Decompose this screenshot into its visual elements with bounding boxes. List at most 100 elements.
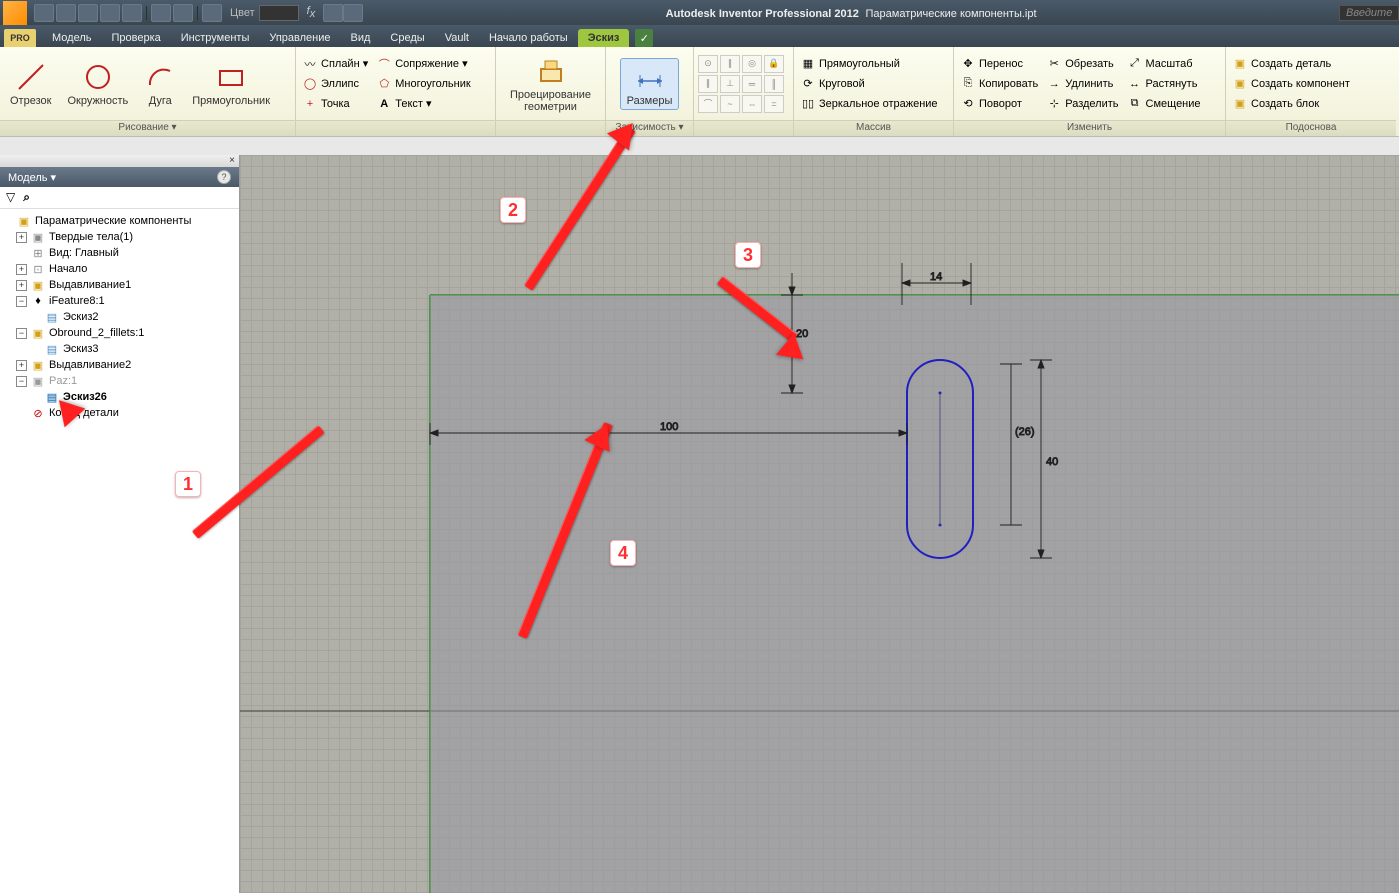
qat-extra-1[interactable] (323, 4, 343, 22)
tab-vault[interactable]: Vault (435, 29, 479, 47)
tree-origin[interactable]: +⊡Начало (2, 261, 237, 277)
annotation-1: 1 (175, 471, 201, 497)
find-icon[interactable]: ⌕ (23, 190, 30, 205)
array-circ-button[interactable]: ⟳Круговой (798, 75, 940, 93)
tab-getstarted[interactable]: Начало работы (479, 29, 578, 47)
browser-close-icon[interactable]: × (0, 155, 239, 167)
c-coincident-icon[interactable]: ⊙ (698, 55, 718, 73)
group-array: ▦Прямоугольный ⟳Круговой ▯▯Зеркальное от… (794, 47, 954, 136)
window-title: Autodesk Inventor Professional 2012 Пара… (363, 6, 1339, 20)
tree-extrude1[interactable]: +▣Выдавливание1 (2, 277, 237, 293)
sketch-canvas[interactable]: 14 20 100 (26) 40 (240, 155, 1399, 893)
tab-sketch[interactable]: Эскиз (578, 29, 630, 47)
trim-button[interactable]: ✂Обрезать (1044, 55, 1120, 73)
browser-header[interactable]: Модель ▾? (0, 167, 239, 187)
qat-extra-2[interactable] (343, 4, 363, 22)
tree-bodies[interactable]: +▣Твердые тела(1) (2, 229, 237, 245)
array-circ-icon: ⟳ (800, 76, 816, 92)
stretch-button[interactable]: ↔Растянуть (1125, 75, 1203, 93)
tab-inspect[interactable]: Проверка (101, 29, 170, 47)
filter-icon[interactable]: ▽ (6, 190, 15, 205)
qat-undo-icon[interactable] (100, 4, 120, 22)
tree-extrude2[interactable]: +▣Выдавливание2 (2, 357, 237, 373)
qat-new-icon[interactable] (34, 4, 54, 22)
split-button[interactable]: ⊹Разделить (1044, 95, 1120, 113)
c-concentric-icon[interactable]: ◎ (742, 55, 762, 73)
c-fix-icon[interactable]: 🔒 (764, 55, 784, 73)
ellipse-button[interactable]: ◯Эллипс (300, 75, 370, 93)
mirror-button[interactable]: ▯▯Зеркальное отражение (798, 95, 940, 113)
model-tree: ▣Параматрические компоненты +▣Твердые те… (0, 209, 239, 425)
dim-40: 40 (1046, 456, 1058, 468)
create-comp-button[interactable]: ▣Создать компонент (1230, 75, 1352, 93)
create-block-button[interactable]: ▣Создать блок (1230, 95, 1352, 113)
fillet-button[interactable]: ⌒Сопряжение ▾ (374, 55, 472, 73)
c-perp-icon[interactable]: ⊥ (720, 75, 740, 93)
qat-mat-icon[interactable] (202, 4, 222, 22)
c-smooth-icon[interactable]: ~ (720, 95, 740, 113)
text-button[interactable]: AТекст ▾ (374, 95, 472, 113)
color-dropdown[interactable] (259, 5, 299, 21)
create-part-button[interactable]: ▣Создать деталь (1230, 55, 1352, 73)
dim-14: 14 (930, 271, 942, 283)
copy-icon: ⎘ (960, 76, 976, 92)
array-rect-icon: ▦ (800, 56, 816, 72)
array-rect-button[interactable]: ▦Прямоугольный (798, 55, 940, 73)
help-icon[interactable]: ? (217, 170, 231, 184)
c-sym-icon[interactable]: ⇔ (742, 95, 762, 113)
tree-paz[interactable]: −▣Paz:1 (2, 373, 237, 389)
finish-sketch-icon[interactable]: ✓ (635, 29, 653, 47)
group-draw2: 〰Сплайн ▾ ◯Эллипс +Точка ⌒Сопряжение ▾ ⬠… (296, 47, 496, 136)
block-icon: ▣ (1232, 96, 1248, 112)
app-icon[interactable] (3, 1, 27, 25)
group-project: Проецированиегеометрии (496, 47, 606, 136)
dimension-button[interactable]: Размеры (620, 58, 680, 110)
rotate-button[interactable]: ⟲Поворот (958, 95, 1040, 113)
tree-sketch3[interactable]: ▤Эскиз3 (2, 341, 237, 357)
copy-button[interactable]: ⎘Копировать (958, 75, 1040, 93)
qat-open-icon[interactable] (56, 4, 76, 22)
qat-redo-icon[interactable] (122, 4, 142, 22)
line-button[interactable]: Отрезок (4, 59, 57, 109)
qat-select-icon[interactable] (151, 4, 171, 22)
polygon-button[interactable]: ⬠Многоугольник (374, 75, 472, 93)
spline-button[interactable]: 〰Сплайн ▾ (300, 55, 370, 73)
dim-26: (26) (1015, 426, 1035, 438)
tree-end[interactable]: ⊘Конец детали (2, 405, 237, 421)
scale-button[interactable]: ⤢Масштаб (1125, 55, 1203, 73)
help-search-input[interactable]: Введите (1339, 5, 1399, 21)
qat-save-icon[interactable] (78, 4, 98, 22)
circle-button[interactable]: Окружность (61, 59, 134, 109)
arc-icon (144, 61, 176, 93)
pro-badge[interactable]: PRO (4, 29, 36, 47)
project-geometry-button[interactable]: Проецированиегеометрии (504, 53, 597, 115)
main-tabs: PRO Модель Проверка Инструменты Управлен… (0, 25, 1399, 47)
tab-manage[interactable]: Управление (259, 29, 340, 47)
tree-root[interactable]: ▣Параматрические компоненты (2, 213, 237, 229)
c-vert-icon[interactable]: ║ (764, 75, 784, 93)
c-parallel-icon[interactable]: ∥ (698, 75, 718, 93)
c-equal-icon[interactable]: = (764, 95, 784, 113)
tab-model[interactable]: Модель (42, 29, 101, 47)
tree-view[interactable]: ⊞Вид: Главный (2, 245, 237, 261)
tree-ifeature[interactable]: −♦iFeature8:1 (2, 293, 237, 309)
tree-obround[interactable]: −▣Obround_2_fillets:1 (2, 325, 237, 341)
spline-icon: 〰 (302, 56, 318, 72)
fillet-icon: ⌒ (376, 56, 392, 72)
fx-icon[interactable]: fx (307, 5, 316, 20)
tab-tools[interactable]: Инструменты (171, 29, 260, 47)
tab-view[interactable]: Вид (341, 29, 381, 47)
tab-environments[interactable]: Среды (380, 29, 434, 47)
tree-sketch26[interactable]: ▤Эскиз26 (2, 389, 237, 405)
qat-update-icon[interactable] (173, 4, 193, 22)
c-horiz-icon[interactable]: ═ (742, 75, 762, 93)
arc-button[interactable]: Дуга (138, 59, 182, 109)
c-collinear-icon[interactable]: ∥ (720, 55, 740, 73)
extend-button[interactable]: →Удлинить (1044, 75, 1120, 93)
tree-sketch2[interactable]: ▤Эскиз2 (2, 309, 237, 325)
move-button[interactable]: ✥Перенос (958, 55, 1040, 73)
c-tangent-icon[interactable]: ⌒ (698, 95, 718, 113)
offset-button[interactable]: ⧉Смещение (1125, 95, 1203, 113)
rectangle-button[interactable]: Прямоугольник (186, 59, 276, 109)
point-button[interactable]: +Точка (300, 95, 370, 113)
